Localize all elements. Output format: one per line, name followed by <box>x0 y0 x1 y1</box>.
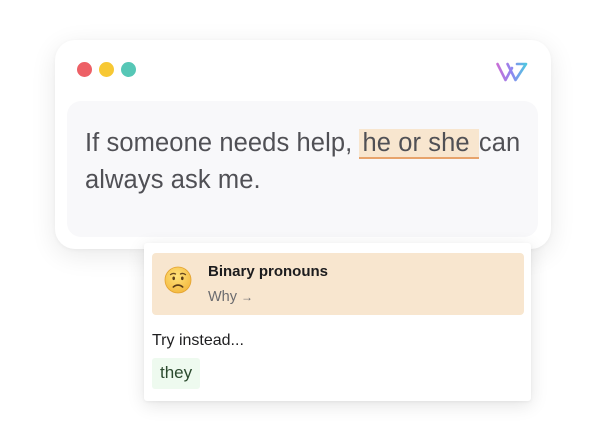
why-link[interactable]: Why → <box>208 289 253 305</box>
text-before: If someone needs help, <box>85 129 360 157</box>
editor-sentence: If someone needs help, he or she can alw… <box>85 125 525 199</box>
flagged-phrase[interactable]: he or she <box>359 129 479 159</box>
why-label: Why <box>208 289 237 305</box>
minimize-dot[interactable] <box>99 62 114 77</box>
zoom-dot[interactable] <box>121 62 136 77</box>
try-instead-label: Try instead... <box>152 332 244 349</box>
suggestion-popup: Binary pronouns Why → Try instead... they <box>144 243 531 401</box>
stage: If someone needs help, he or she can alw… <box>0 0 605 431</box>
worried-face-icon <box>164 266 192 294</box>
arrow-right-icon: → <box>241 290 253 304</box>
close-dot[interactable] <box>77 62 92 77</box>
text-editor[interactable]: If someone needs help, he or she can alw… <box>67 101 538 237</box>
editor-window: If someone needs help, he or she can alw… <box>55 40 551 249</box>
issue-card: Binary pronouns Why → <box>152 253 524 315</box>
window-controls <box>77 62 136 77</box>
brand-logo-icon <box>496 62 528 82</box>
issue-title: Binary pronouns <box>208 263 329 280</box>
replacement-suggestion[interactable]: they <box>152 358 201 389</box>
